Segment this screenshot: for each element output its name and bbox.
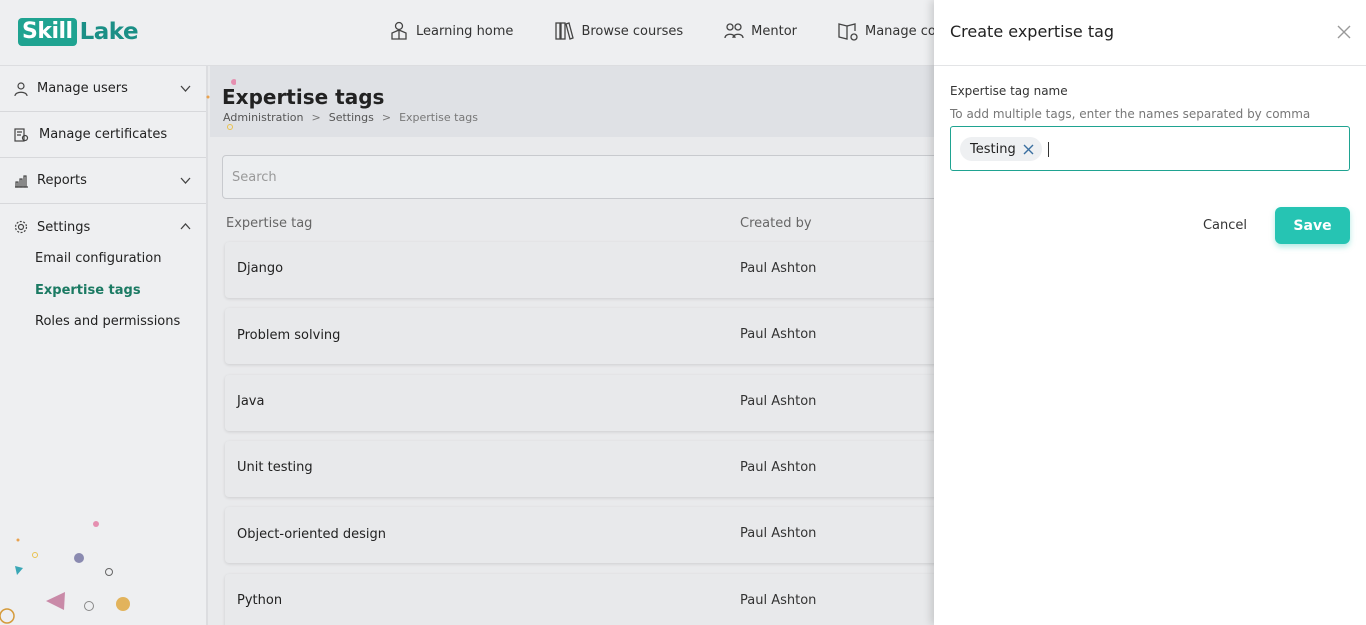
sidebar-item-expertise-tags[interactable]: Expertise tags: [0, 275, 206, 307]
row-created-by: Paul Ashton: [740, 261, 817, 276]
page-header: Expertise tags Administration > Settings…: [206, 66, 940, 137]
skilllake-logo[interactable]: Skill Lake: [18, 18, 139, 46]
cancel-button[interactable]: Cancel: [1190, 207, 1260, 243]
tag-name-input[interactable]: Testing: [950, 126, 1350, 171]
breadcrumb: Administration > Settings > Expertise ta…: [223, 111, 478, 124]
chevron-down-icon[interactable]: [179, 174, 192, 187]
nav-learning-home[interactable]: Learning home: [388, 18, 513, 44]
sidebar-item-manage-certificates[interactable]: Manage certificates: [0, 112, 206, 158]
field-hint: To add multiple tags, enter the names se…: [950, 107, 1311, 121]
row-tag-name: Problem solving: [237, 328, 341, 343]
search-box: [222, 155, 942, 199]
row-tag-name: Java: [237, 394, 265, 409]
row-created-by: Paul Ashton: [740, 526, 817, 541]
sidebar-item-reports[interactable]: Reports: [0, 158, 206, 204]
row-created-by: Paul Ashton: [740, 327, 817, 342]
table-row[interactable]: Django Paul Ashton: [225, 242, 940, 298]
nav-mentor-label: Mentor: [751, 23, 797, 39]
row-created-by: Paul Ashton: [740, 593, 817, 608]
row-created-by: Paul Ashton: [740, 394, 817, 409]
sidebar-item-settings[interactable]: Settings: [0, 204, 206, 250]
nav-manage-courses[interactable]: Manage co: [837, 18, 936, 44]
nav-learning-home-label: Learning home: [416, 23, 514, 39]
people-icon: [724, 23, 744, 39]
save-button[interactable]: Save: [1275, 207, 1350, 244]
chevron-down-icon[interactable]: [179, 82, 192, 95]
sidebar-item-label: Settings: [37, 219, 91, 235]
breadcrumb-administration[interactable]: Administration: [223, 111, 304, 124]
field-label: Expertise tag name: [950, 84, 1068, 98]
tag-chip: Testing: [960, 137, 1042, 161]
nav-manage-courses-label: Manage co: [865, 23, 936, 39]
table-row[interactable]: Java Paul Ashton: [225, 375, 940, 431]
breadcrumb-current: Expertise tags: [399, 111, 478, 124]
nav-browse-courses[interactable]: Browse courses: [553, 18, 683, 44]
search-input[interactable]: [223, 156, 941, 198]
page-title: Expertise tags: [222, 85, 385, 109]
drawer-title: Create expertise tag: [950, 22, 1115, 41]
breadcrumb-settings[interactable]: Settings: [329, 111, 374, 124]
chart-icon: [15, 174, 28, 188]
chevron-up-icon[interactable]: [179, 220, 192, 233]
row-tag-name: Unit testing: [237, 460, 313, 475]
sidebar-item-roles-permissions[interactable]: Roles and permissions: [0, 306, 206, 338]
table-row[interactable]: Python Paul Ashton: [225, 574, 940, 625]
books-icon: [555, 22, 575, 40]
manage-book-icon: [838, 23, 858, 41]
row-tag-name: Python: [237, 593, 283, 608]
decorative-shapes: [0, 521, 130, 624]
column-header-created-by[interactable]: Created by: [740, 216, 812, 231]
row-created-by: Paul Ashton: [740, 460, 817, 475]
gear-icon: [14, 220, 28, 234]
remove-chip-icon[interactable]: [1023, 144, 1034, 155]
logo-part-lake: Lake: [79, 19, 139, 45]
logo-part-skill: Skill: [18, 18, 77, 46]
sidebar-item-label: Manage certificates: [39, 127, 168, 142]
create-tag-drawer: Create expertise tag Expertise tag name …: [934, 0, 1366, 625]
text-caret: [1048, 142, 1049, 157]
tag-chip-label: Testing: [970, 141, 1016, 157]
sidebar: Manage users Manage certificates Reports…: [0, 66, 208, 625]
table-row[interactable]: Object-oriented design Paul Ashton: [225, 507, 940, 563]
nav-mentor[interactable]: Mentor: [723, 18, 797, 44]
certificate-icon: [14, 127, 29, 142]
user-icon: [14, 81, 28, 96]
graduate-icon: [391, 21, 407, 40]
table-row[interactable]: Unit testing Paul Ashton: [225, 441, 940, 497]
column-header-expertise-tag[interactable]: Expertise tag: [226, 216, 312, 231]
breadcrumb-separator: >: [311, 111, 321, 124]
sidebar-item-label: Manage users: [37, 81, 128, 96]
breadcrumb-separator: >: [381, 111, 392, 124]
close-icon[interactable]: [1336, 24, 1352, 40]
top-navigation: Learning home Browse courses Mentor Mana…: [388, 18, 976, 44]
sidebar-item-label: Reports: [37, 173, 87, 188]
nav-browse-courses-label: Browse courses: [581, 23, 684, 39]
table-row[interactable]: Problem solving Paul Ashton: [225, 308, 940, 364]
row-tag-name: Object-oriented design: [237, 527, 387, 542]
sidebar-item-manage-users[interactable]: Manage users: [0, 66, 206, 112]
drawer-divider: [934, 65, 1366, 66]
row-tag-name: Django: [237, 261, 284, 276]
